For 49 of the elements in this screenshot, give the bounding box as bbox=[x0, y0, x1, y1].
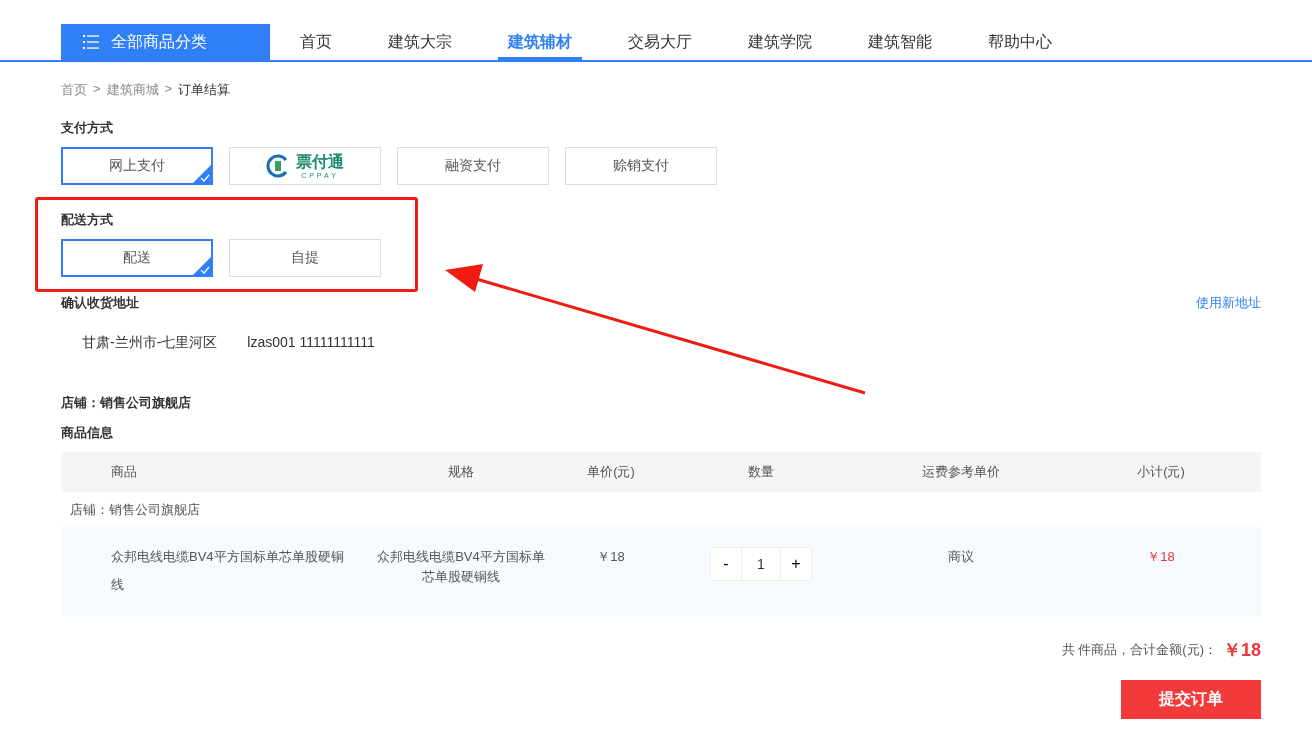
nav-tab[interactable]: 建筑大宗 bbox=[378, 24, 462, 60]
option-button[interactable]: 融资支付 bbox=[397, 147, 549, 185]
check-corner-icon bbox=[193, 257, 211, 275]
address-region: 甘肃-兰州市-七里河区 bbox=[82, 334, 218, 352]
option-button[interactable]: 配送 bbox=[61, 239, 213, 277]
new-address-link[interactable]: 使用新地址 bbox=[1196, 294, 1261, 312]
option-button[interactable]: 自提 bbox=[229, 239, 381, 277]
unit-price: ￥18 bbox=[596, 548, 626, 566]
option-button[interactable]: 赊销支付 bbox=[565, 147, 717, 185]
total-amount: ￥18 bbox=[1222, 639, 1261, 662]
column-header: 规格 bbox=[447, 463, 475, 481]
breadcrumb-item: 订单结算 bbox=[178, 81, 231, 99]
list-icon bbox=[83, 35, 99, 49]
column-header: 小计(元) bbox=[1136, 463, 1186, 481]
subtotal: ￥18 bbox=[1146, 548, 1176, 566]
logo-text: 票付通 bbox=[296, 153, 344, 170]
category-button[interactable]: 全部商品分类 bbox=[61, 24, 270, 60]
decrease-button[interactable]: - bbox=[710, 547, 742, 581]
product-spec: 众邦电线电缆BV4平方国标单芯单股硬铜线 bbox=[376, 548, 546, 586]
nav-tab[interactable]: 建筑学院 bbox=[738, 24, 822, 60]
breadcrumb-separator: > bbox=[93, 81, 101, 98]
increase-button[interactable]: + bbox=[780, 547, 812, 581]
column-header: 单价(元) bbox=[586, 463, 636, 481]
section-title: 配送方式 bbox=[61, 211, 114, 229]
freight-price: 商议 bbox=[947, 548, 975, 566]
column-header: 数量 bbox=[747, 463, 775, 481]
nav-tab[interactable]: 帮助中心 bbox=[978, 24, 1062, 60]
breadcrumb-item[interactable]: 建筑商城 bbox=[106, 81, 159, 99]
submit-order-button[interactable]: 提交订单 bbox=[1121, 680, 1261, 719]
shop-name: 店铺：销售公司旗舰店 bbox=[69, 500, 201, 519]
product-name: 众邦电线电缆BV4平方国标单芯单股硬铜线 bbox=[110, 548, 345, 594]
section-title: 商品信息 bbox=[61, 424, 114, 442]
section-title: 支付方式 bbox=[61, 119, 114, 137]
nav-tab[interactable]: 首页 bbox=[290, 24, 342, 60]
nav-tab[interactable]: 建筑智能 bbox=[858, 24, 942, 60]
column-header: 商品 bbox=[110, 463, 138, 481]
nav-tab[interactable]: 建筑辅材 bbox=[498, 24, 582, 60]
breadcrumb-separator: > bbox=[164, 81, 173, 98]
check-corner-icon bbox=[193, 165, 211, 183]
column-header: 运费参考单价 bbox=[921, 463, 1001, 481]
quantity-field[interactable]: 1 bbox=[742, 547, 780, 581]
shop-label: 店铺：销售公司旗舰店 bbox=[61, 394, 192, 412]
breadcrumb-item[interactable]: 首页 bbox=[61, 81, 87, 99]
option-button[interactable]: 网上支付 bbox=[61, 147, 213, 185]
address-contact: lzas001 11111111111 bbox=[247, 334, 375, 352]
section-title: 确认收货地址 bbox=[61, 294, 139, 312]
summary-label: 共 件商品，合计金额(元)： bbox=[1061, 641, 1217, 659]
logo-icon bbox=[266, 154, 290, 178]
nav-tab[interactable]: 交易大厅 bbox=[618, 24, 702, 60]
